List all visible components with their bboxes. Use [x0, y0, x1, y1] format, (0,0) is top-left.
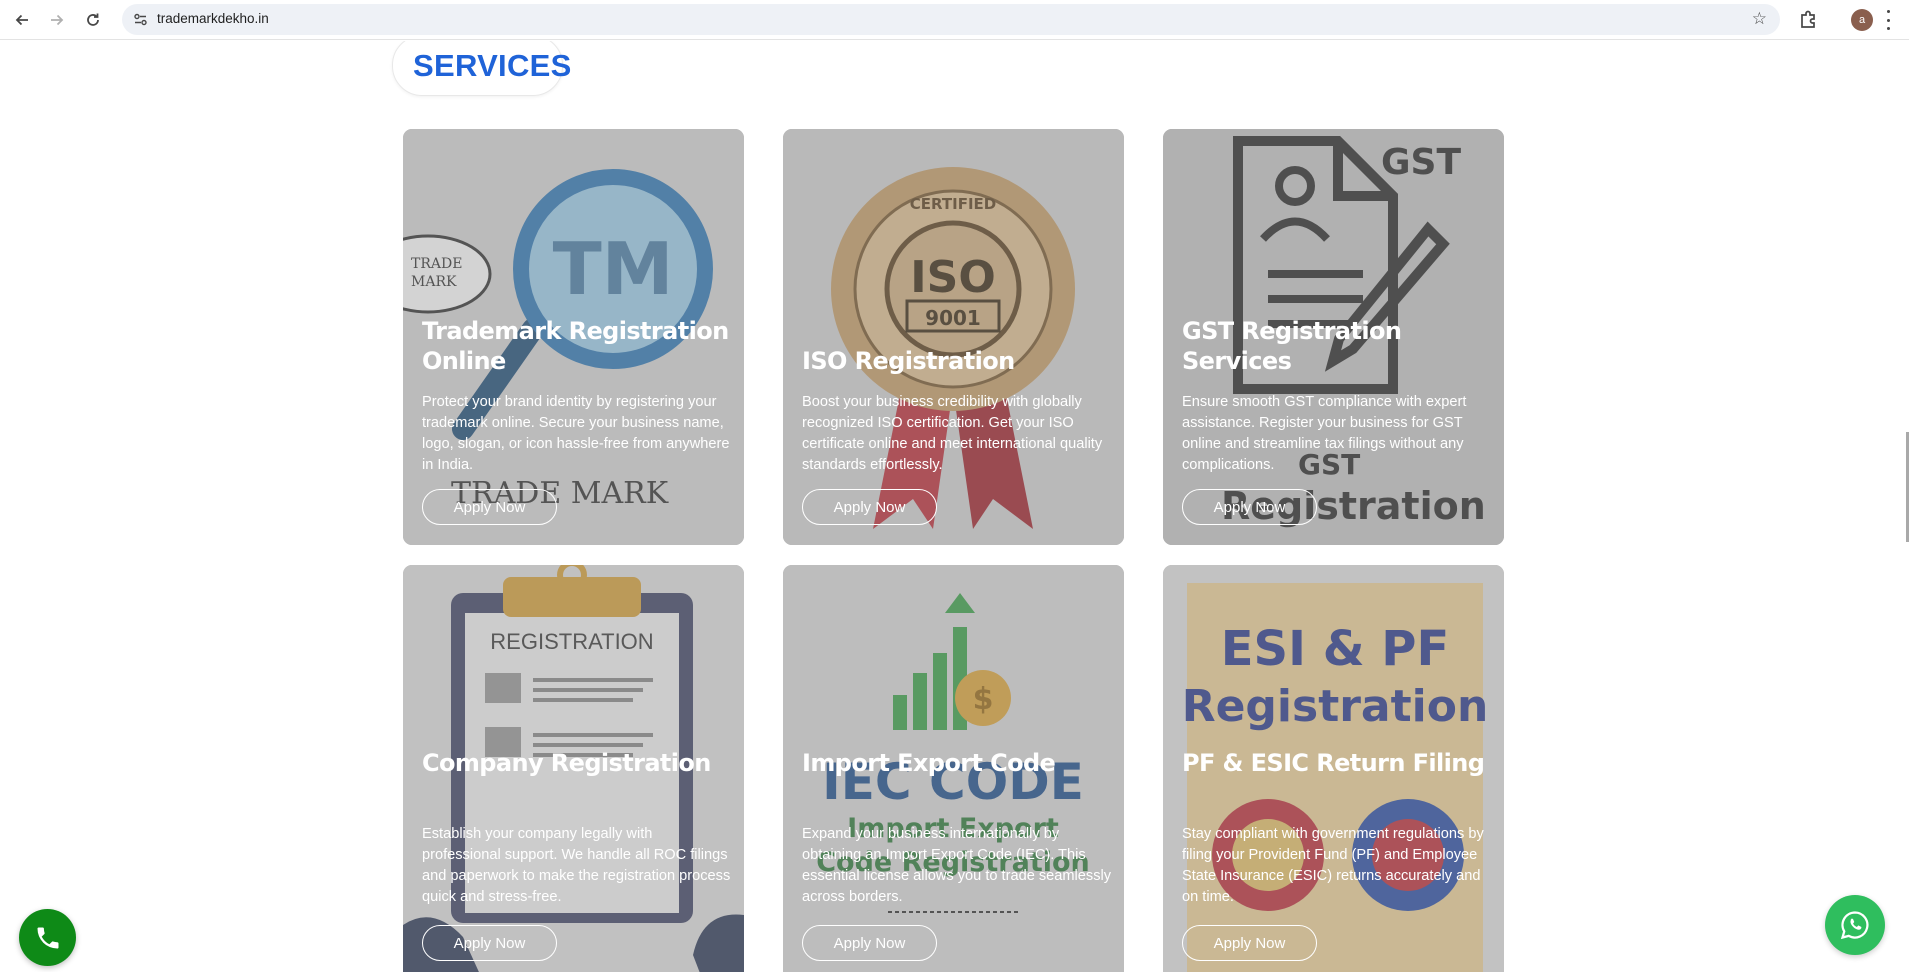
- card-title: GST Registration Services: [1182, 317, 1402, 375]
- browser-toolbar: trademarkdekho.in ☆ a: [0, 0, 1909, 40]
- bookmark-star-icon[interactable]: ☆: [1752, 9, 1767, 29]
- apply-now-button[interactable]: Apply Now: [422, 489, 557, 525]
- service-card-iec: $ IEC CODE Import Export Code Registrati…: [783, 565, 1124, 972]
- apply-now-button[interactable]: Apply Now: [1182, 489, 1317, 525]
- service-card-company: REGISTRATION Company Registration Establ…: [403, 565, 744, 972]
- forward-icon[interactable]: [45, 8, 69, 32]
- service-card-gst: GST GST Registration GST Registration Se…: [1163, 129, 1504, 545]
- whatsapp-button[interactable]: [1825, 895, 1885, 955]
- card-title: PF & ESIC Return Filing: [1182, 749, 1485, 777]
- reload-icon[interactable]: [81, 8, 105, 32]
- apply-now-button[interactable]: Apply Now: [422, 925, 557, 961]
- back-icon[interactable]: [10, 8, 34, 32]
- card-title: Import Export Code: [802, 749, 1056, 777]
- service-card-iso: ISO 9001 CERTIFIED ISO Registration Boos…: [783, 129, 1124, 545]
- call-button[interactable]: [19, 909, 76, 966]
- phone-icon: [37, 927, 58, 948]
- card-title: ISO Registration: [802, 347, 1015, 375]
- apply-now-button[interactable]: Apply Now: [802, 489, 937, 525]
- url-text[interactable]: trademarkdekho.in: [157, 11, 269, 26]
- card-title: Trademark Registration Online: [422, 317, 729, 375]
- card-description: Boost your business credibility with glo…: [802, 394, 1103, 473]
- browser-menu-icon[interactable]: [1885, 10, 1891, 30]
- card-description: Expand your business internationally by …: [802, 826, 1112, 905]
- page-viewport: SERVICES TM TRADE MARK TRADE MARK Tradem…: [0, 41, 1909, 972]
- extensions-icon[interactable]: [1797, 8, 1821, 32]
- profile-avatar[interactable]: a: [1851, 9, 1873, 31]
- address-bar[interactable]: trademarkdekho.in ☆: [122, 4, 1780, 35]
- service-card-trademark: TM TRADE MARK TRADE MARK Trademark Regis…: [403, 129, 744, 545]
- services-heading: SERVICES: [392, 41, 571, 96]
- apply-now-button[interactable]: Apply Now: [802, 925, 937, 961]
- whatsapp-icon: [1840, 911, 1869, 940]
- card-description: Protect your brand identity by registeri…: [422, 394, 730, 473]
- card-description: Stay compliant with government regulatio…: [1182, 826, 1484, 905]
- card-title: Company Registration: [422, 749, 711, 777]
- section-title: SERVICES: [413, 47, 572, 83]
- card-description: Ensure smooth GST compliance with expert…: [1182, 394, 1467, 473]
- card-description: Establish your company legally with prof…: [422, 826, 731, 905]
- site-settings-icon[interactable]: [133, 12, 148, 27]
- service-card-pf-esic: ESI & PF Registration PF & ESIC Return F…: [1163, 565, 1504, 972]
- apply-now-button[interactable]: Apply Now: [1182, 925, 1317, 961]
